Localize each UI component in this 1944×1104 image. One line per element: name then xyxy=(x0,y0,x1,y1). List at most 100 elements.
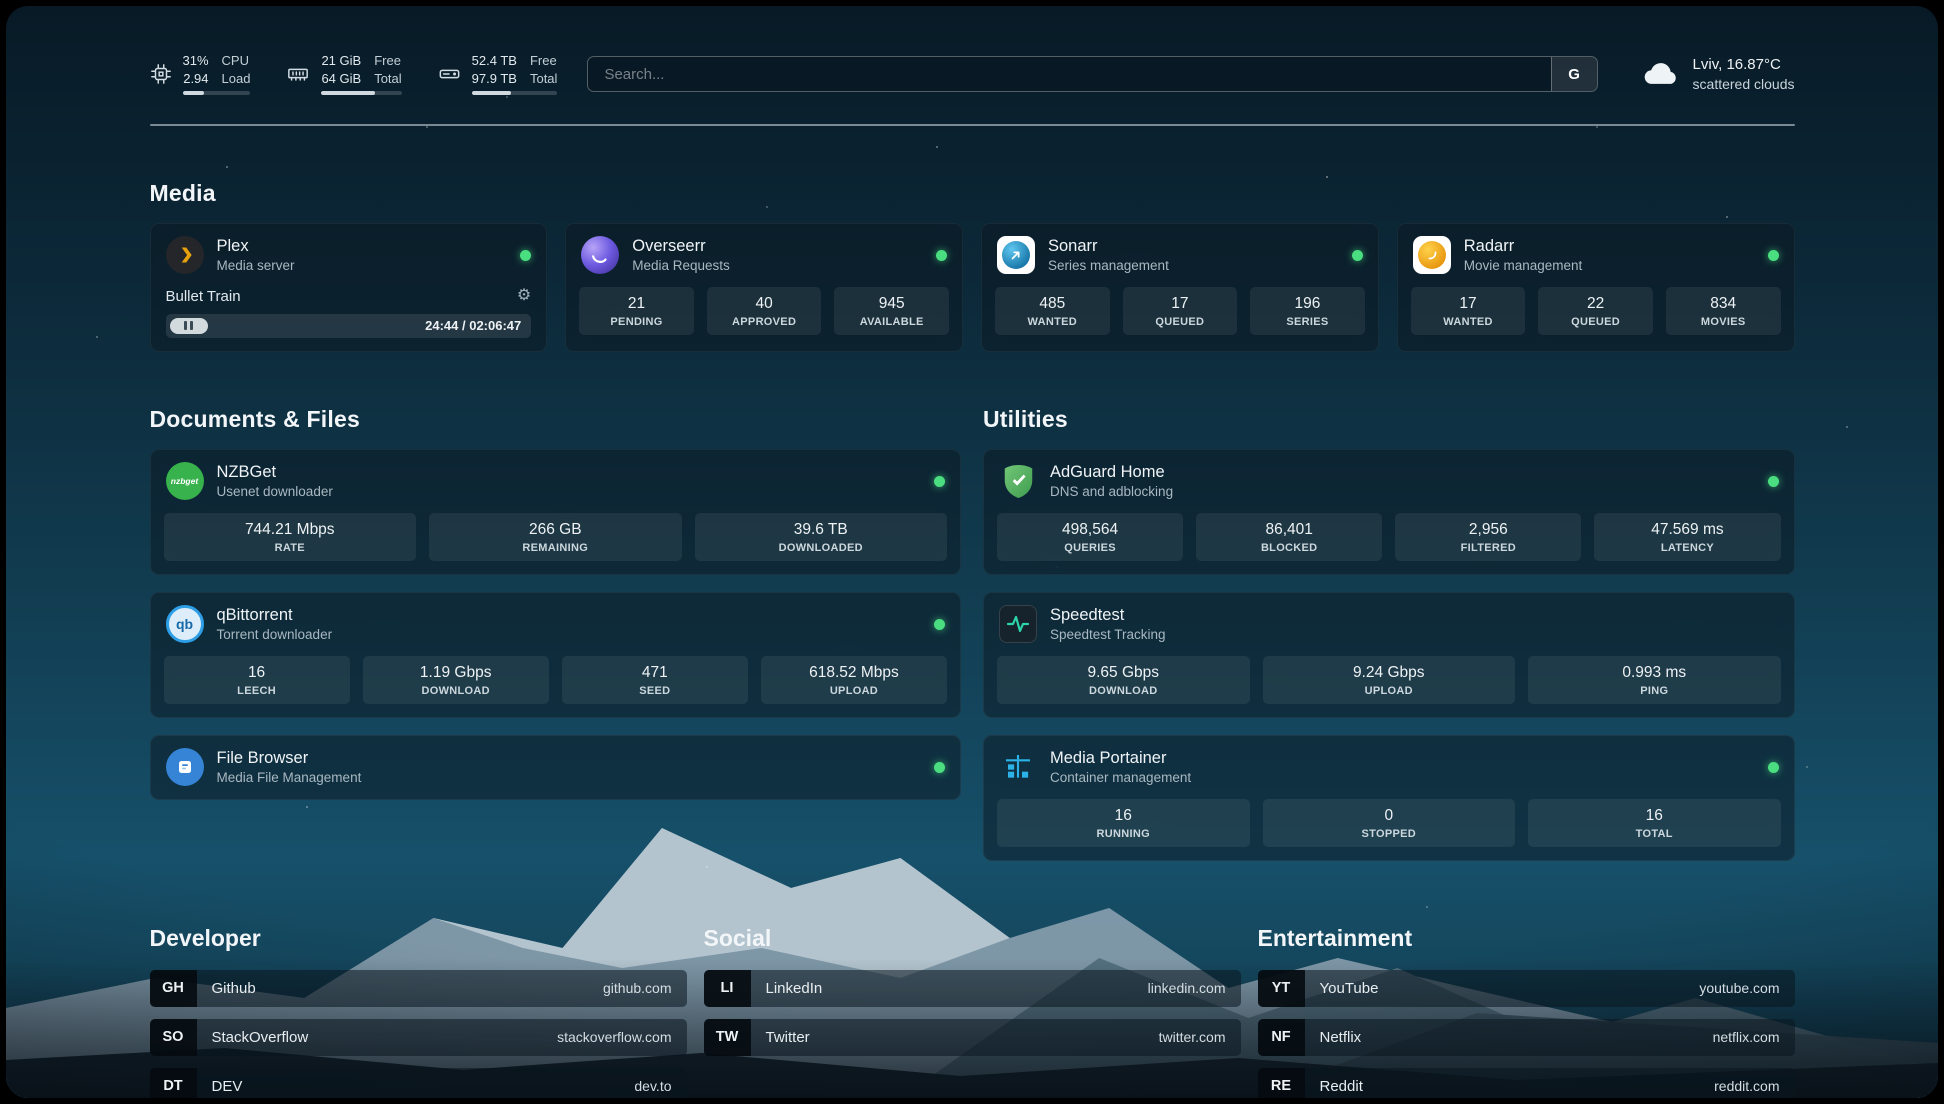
service-subtitle: Speedtest Tracking xyxy=(1050,626,1166,644)
stat-queued: 17 QUEUED xyxy=(1123,287,1238,335)
pause-button[interactable] xyxy=(170,318,208,334)
plex-player-bar[interactable]: 24:44 / 02:06:47 xyxy=(166,314,532,338)
service-subtitle: Media File Management xyxy=(217,769,362,787)
service-name: Speedtest xyxy=(1050,605,1166,626)
cpu-progress-bar xyxy=(183,91,251,95)
service-name: Radarr xyxy=(1464,236,1583,257)
bookmark-abbr: SO xyxy=(150,1019,197,1056)
service-name: Overseerr xyxy=(632,236,730,257)
radarr-icon xyxy=(1413,236,1451,274)
bookmark-reddit[interactable]: RE Reddit reddit.com xyxy=(1258,1068,1795,1098)
adguard-card[interactable]: AdGuard Home DNS and adblocking 498,564 … xyxy=(983,449,1795,575)
disk-label-top: Free xyxy=(530,53,557,69)
topbar-divider xyxy=(150,124,1795,126)
search-provider-button[interactable]: G xyxy=(1551,57,1597,91)
bookmark-youtube[interactable]: YT YouTube youtube.com xyxy=(1258,970,1795,1007)
cpu-label-top: CPU xyxy=(222,53,251,69)
memory-label-top: Free xyxy=(374,53,401,69)
now-playing-title: Bullet Train xyxy=(166,288,241,305)
bookmark-stackoverflow[interactable]: SO StackOverflow stackoverflow.com xyxy=(150,1019,687,1056)
service-name: AdGuard Home xyxy=(1050,462,1173,483)
sonarr-card[interactable]: Sonarr Series management 485 WANTED 17 Q… xyxy=(981,223,1379,352)
stat-pending: 21 PENDING xyxy=(579,287,694,335)
bookmarks-title-developer: Developer xyxy=(150,925,687,952)
stat-queries: 498,564 QUERIES xyxy=(997,513,1183,561)
weather-widget: Lviv, 16.87°C scattered clouds xyxy=(1642,55,1795,93)
documents-column: Documents & Files nzbget NZBGet Usenet d… xyxy=(150,352,962,800)
stat-queued: 22 QUEUED xyxy=(1538,287,1653,335)
filebrowser-card[interactable]: File Browser Media File Management xyxy=(150,735,962,800)
stat-total: 16 TOTAL xyxy=(1528,799,1781,847)
speedtest-card[interactable]: Speedtest Speedtest Tracking 9.65 Gbps D… xyxy=(983,592,1795,718)
qbittorrent-icon: qb xyxy=(166,605,204,643)
memory-progress-bar xyxy=(321,91,401,95)
disk-progress-bar xyxy=(472,91,558,95)
service-subtitle: Series management xyxy=(1048,257,1169,275)
status-dot xyxy=(934,619,945,630)
bookmark-url: youtube.com xyxy=(1699,980,1779,996)
weather-condition: scattered clouds xyxy=(1693,75,1795,93)
cpu-usage: 31% xyxy=(183,53,209,69)
cloud-icon xyxy=(1642,58,1680,91)
plex-icon xyxy=(166,236,204,274)
section-title-utilities: Utilities xyxy=(983,406,1795,433)
bookmarks-developer: Developer GH Github github.com SO StackO… xyxy=(150,925,687,1098)
status-dot xyxy=(520,250,531,261)
stat-download: 1.19 Gbps DOWNLOAD xyxy=(363,656,549,704)
speedtest-icon xyxy=(999,605,1037,643)
service-subtitle: DNS and adblocking xyxy=(1050,483,1173,501)
stat-latency: 47.569 ms LATENCY xyxy=(1594,513,1780,561)
gear-icon[interactable]: ⚙ xyxy=(517,288,531,304)
bookmarks-section: Developer GH Github github.com SO StackO… xyxy=(150,925,1795,1098)
overseerr-icon xyxy=(581,236,619,274)
bookmark-name: DEV xyxy=(212,1078,243,1095)
bookmark-url: stackoverflow.com xyxy=(557,1029,671,1045)
service-name: Plex xyxy=(217,236,295,257)
nzbget-card[interactable]: nzbget NZBGet Usenet downloader 744.21 M… xyxy=(150,449,962,575)
stat-ping: 0.993 ms PING xyxy=(1528,656,1781,704)
bookmark-abbr: LI xyxy=(704,970,751,1007)
radarr-card[interactable]: Radarr Movie management 17 WANTED 22 QUE… xyxy=(1397,223,1795,352)
status-dot xyxy=(1768,250,1779,261)
bookmark-linkedin[interactable]: LI LinkedIn linkedin.com xyxy=(704,970,1241,1007)
cpu-label-bottom: Load xyxy=(222,71,251,87)
stat-blocked: 86,401 BLOCKED xyxy=(1196,513,1382,561)
status-dot xyxy=(936,250,947,261)
plex-card[interactable]: Plex Media server Bullet Train ⚙ 24:44 /… xyxy=(150,223,548,352)
stat-running: 16 RUNNING xyxy=(997,799,1250,847)
stat-wanted: 485 WANTED xyxy=(995,287,1110,335)
media-grid: Plex Media server Bullet Train ⚙ 24:44 /… xyxy=(150,223,1795,352)
overseerr-card[interactable]: Overseerr Media Requests 21 PENDING 40 A… xyxy=(565,223,963,352)
memory-widget: 21 GiB Free 64 GiB Total xyxy=(286,53,401,95)
bookmarks-social: Social LI LinkedIn linkedin.com TW Twitt… xyxy=(704,925,1241,1098)
bookmark-abbr: NF xyxy=(1258,1019,1305,1056)
bookmark-twitter[interactable]: TW Twitter twitter.com xyxy=(704,1019,1241,1056)
bookmark-netflix[interactable]: NF Netflix netflix.com xyxy=(1258,1019,1795,1056)
service-subtitle: Usenet downloader xyxy=(217,483,333,501)
stat-downloaded: 39.6 TB DOWNLOADED xyxy=(695,513,948,561)
section-title-documents: Documents & Files xyxy=(150,406,962,433)
stat-download: 9.65 Gbps DOWNLOAD xyxy=(997,656,1250,704)
bookmark-url: reddit.com xyxy=(1714,1078,1779,1094)
qbittorrent-card[interactable]: qb qBittorrent Torrent downloader 16 LEE… xyxy=(150,592,962,718)
stat-filtered: 2,956 FILTERED xyxy=(1395,513,1581,561)
bookmark-name: Reddit xyxy=(1320,1078,1363,1095)
stat-approved: 40 APPROVED xyxy=(707,287,822,335)
bookmark-dev[interactable]: DT DEV dev.to xyxy=(150,1068,687,1098)
bookmark-github[interactable]: GH Github github.com xyxy=(150,970,687,1007)
memory-icon xyxy=(286,63,310,85)
status-dot xyxy=(934,476,945,487)
service-name: NZBGet xyxy=(217,462,333,483)
portainer-card[interactable]: Media Portainer Container management 16 … xyxy=(983,735,1795,861)
bookmark-abbr: TW xyxy=(704,1019,751,1056)
bookmark-name: LinkedIn xyxy=(766,980,823,997)
bookmark-abbr: GH xyxy=(150,970,197,1007)
service-subtitle: Movie management xyxy=(1464,257,1583,275)
weather-location: Lviv, 16.87°C xyxy=(1693,55,1795,75)
search-input[interactable] xyxy=(588,57,1550,91)
memory-total: 64 GiB xyxy=(321,71,361,87)
bookmark-name: Netflix xyxy=(1320,1029,1362,1046)
stat-leech: 16 LEECH xyxy=(164,656,350,704)
bookmark-name: Twitter xyxy=(766,1029,810,1046)
stat-upload: 618.52 Mbps UPLOAD xyxy=(761,656,947,704)
